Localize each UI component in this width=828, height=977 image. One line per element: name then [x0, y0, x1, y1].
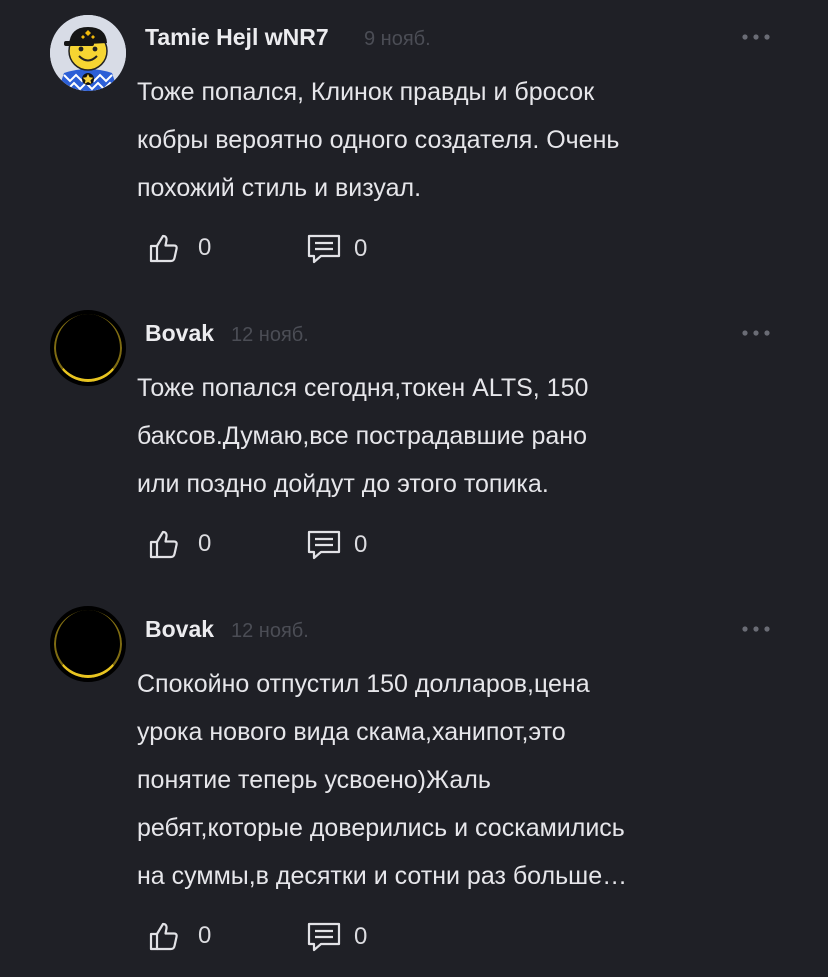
- like-button[interactable]: 0: [148, 232, 211, 264]
- comment-text: Тоже попался сегодня,токен ALTS, 150 бак…: [137, 364, 737, 508]
- reply-button[interactable]: 0: [306, 529, 367, 561]
- thumbs-up-icon: [149, 530, 178, 559]
- comment-text-line: понятие теперь усвоено)Жаль: [137, 766, 491, 794]
- like-button[interactable]: 0: [148, 528, 211, 560]
- smiley-cap-avatar-icon: [50, 15, 126, 91]
- dark-eclipse-avatar-icon: [54, 610, 122, 678]
- comment-text: Спокойно отпустил 150 долларов,цена урок…: [137, 660, 737, 900]
- more-dots-icon[interactable]: [741, 625, 771, 633]
- reply-count: 0: [354, 531, 368, 558]
- avatar[interactable]: [50, 606, 126, 682]
- reply-count: 0: [354, 923, 368, 950]
- reply-button[interactable]: 0: [306, 921, 367, 953]
- comment-text-line: урока нового вида скама,ханипот,это: [137, 718, 566, 746]
- comment-icon: [307, 234, 341, 264]
- more-dots-icon[interactable]: [741, 329, 771, 337]
- comment-icon: [307, 530, 341, 560]
- avatar[interactable]: [50, 15, 126, 91]
- comment-text-line: похожий стиль и визуал.: [137, 174, 422, 202]
- avatar[interactable]: [50, 310, 126, 386]
- comment-text-line: кобры вероятно одного создателя. Очень: [137, 126, 620, 154]
- comment-text-line: Тоже попался сегодня,токен ALTS, 150: [137, 374, 589, 402]
- comment-date: 12 нояб.: [231, 324, 309, 346]
- like-count: 0: [198, 922, 212, 949]
- thumbs-up-icon: [149, 234, 178, 263]
- comment-text-line: или поздно дойдут до этого топика.: [137, 470, 549, 498]
- comment-icon: [307, 922, 341, 952]
- comment-text-line: ребят,которые доверились и соскамились: [137, 814, 625, 842]
- comment-text-line: Спокойно отпустил 150 долларов,цена: [137, 670, 590, 698]
- like-count: 0: [198, 530, 212, 557]
- comment-text: Тоже попался, Клинок правды и бросок коб…: [137, 68, 737, 212]
- like-count: 0: [198, 234, 212, 261]
- comment-text-line: на суммы,в десятки и сотни раз больше…: [137, 862, 628, 890]
- thumbs-up-icon: [149, 922, 178, 951]
- dark-eclipse-avatar-icon: [54, 314, 122, 382]
- more-dots-icon[interactable]: [741, 33, 771, 41]
- like-button[interactable]: 0: [148, 920, 211, 952]
- comment-date: 12 нояб.: [231, 620, 309, 642]
- comment-text-line: баксов.Думаю,все пострадавшие рано: [137, 422, 587, 450]
- reply-count: 0: [354, 235, 368, 262]
- author-name[interactable]: Bovak: [145, 320, 214, 347]
- author-name[interactable]: Bovak: [145, 616, 214, 643]
- reply-button[interactable]: 0: [306, 233, 367, 265]
- comment-text-line: Тоже попался, Клинок правды и бросок: [137, 78, 595, 106]
- author-name[interactable]: Tamie Hejl wNR7: [145, 24, 329, 51]
- comment-date: 9 нояб.: [364, 28, 431, 50]
